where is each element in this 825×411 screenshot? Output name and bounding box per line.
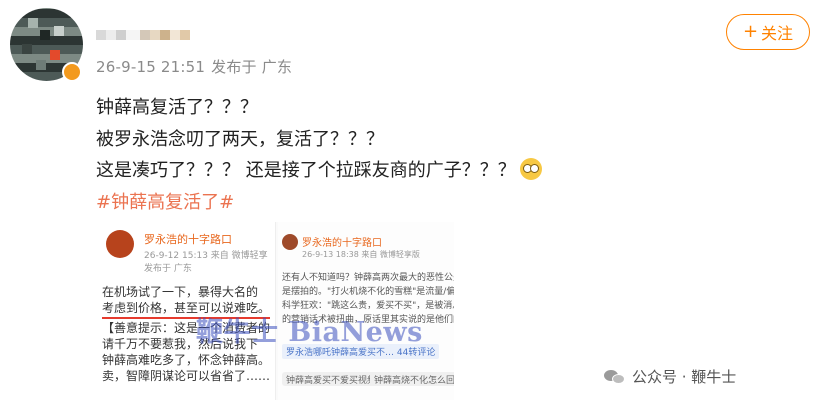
mini-username: 罗永浩的十字路口 — [144, 233, 232, 246]
post-line: 钟薛高复活了？？？ — [96, 97, 258, 118]
quote-line: 还有人不知道吗？钟薛高两次最大的恶性公关事 — [282, 273, 454, 283]
post-date: 26-9-15 21:51 — [96, 58, 206, 76]
source-text: 公众号 · 鞭牛士 — [632, 368, 737, 386]
follow-label: 关注 — [761, 24, 794, 43]
post-line: 被罗永浩念叨了两天，复活了？？？ — [96, 128, 384, 150]
quote-line: 钟薛高难吃多了，怀念钟薛高。 — [102, 353, 271, 367]
wechat-source: 公众号 · 鞭牛士 — [604, 366, 736, 387]
hashtag-link[interactable]: #钟薛高复活了# — [96, 187, 542, 219]
post-location: 发布于 广东 — [211, 58, 293, 76]
mini-avatar — [282, 234, 298, 250]
wechat-icon — [604, 368, 626, 386]
post-meta: 26-9-15 21:51 发布于 广东 — [96, 56, 292, 77]
related-tag: 钟薛高爱买不爱买视频 — [282, 372, 381, 386]
quote-line: 是摆拍的。"打火机烧不化的雪糕"是流量/偏智 — [282, 287, 454, 297]
mini-meta: 26-9-12 15:13 来自 微博轻享 — [144, 251, 268, 261]
quote-line: 卖，智障阴谋论可以省省了…… — [102, 369, 271, 383]
mini-location: 发布于 广东 — [144, 264, 192, 274]
username-redacted[interactable] — [96, 24, 190, 46]
verified-badge-icon — [62, 62, 82, 82]
post-line: 这是凑巧了？？？ 还是接了个拉踩友商的广子？？？ — [96, 155, 542, 187]
post-line-text: 这是凑巧了？？？ 还是接了个拉踩友商的广子？？？ — [96, 160, 516, 181]
plus-icon: + — [742, 21, 759, 42]
follow-button[interactable]: + 关注 — [726, 14, 810, 50]
quote-line: 在机场试了一下，暴得大名的 — [102, 285, 259, 299]
post-body: 钟薛高复活了？？？ 被罗永浩念叨了两天，复活了？？？ 这是凑巧了？？？ 还是接了… — [96, 92, 542, 218]
related-tag: 钟薛高烧不化怎么回事 — [370, 372, 454, 386]
bianews-watermark: 鞭牛士 BiaNews — [196, 317, 423, 348]
mini-username: 罗永浩的十字路口 — [302, 238, 382, 249]
mini-avatar — [106, 230, 134, 258]
dizzy-face-emoji-icon — [519, 158, 542, 180]
mini-meta: 26-9-13 18:38 来自 微博轻享版 — [302, 250, 420, 259]
